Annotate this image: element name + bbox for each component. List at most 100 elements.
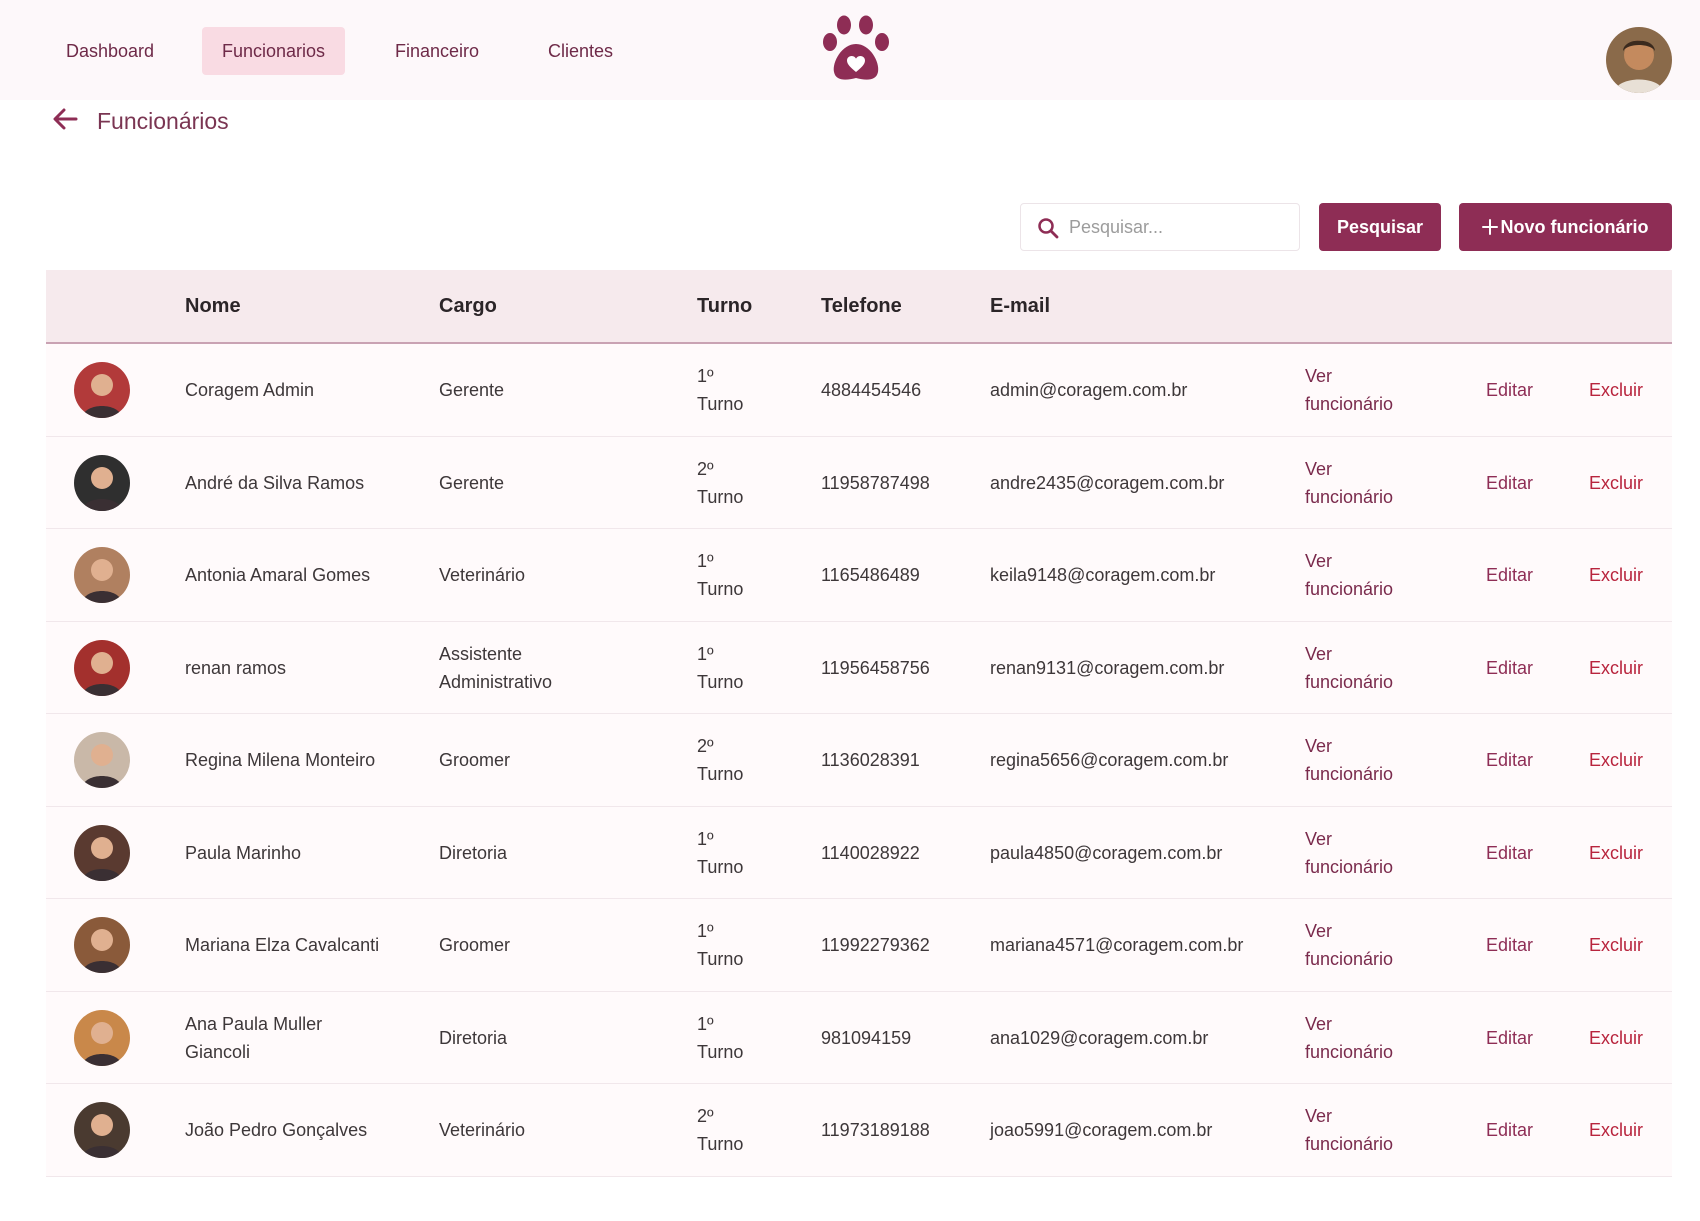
delete-button-line[interactable]: Excluir <box>1589 746 1643 774</box>
delete-button-line[interactable]: Excluir <box>1589 1024 1643 1052</box>
view-employee-link[interactable]: Ver funcionário <box>1305 455 1393 511</box>
edit-button[interactable]: Editar <box>1486 469 1533 497</box>
view-employee-link-line[interactable]: funcionário <box>1305 483 1393 511</box>
employee-telefone-line: 1136028391 <box>821 750 920 770</box>
view-employee-link-line[interactable]: funcionário <box>1305 853 1393 881</box>
employee-telefone: 11973189188 <box>821 1116 930 1144</box>
employee-telefone: 981094159 <box>821 1024 911 1052</box>
table-row: Antonia Amaral Gomes Veterinário 1º Turno 11… <box>46 529 1672 622</box>
employee-turno: 1º Turno <box>697 917 743 973</box>
edit-button[interactable]: Editar <box>1486 1024 1533 1052</box>
delete-button[interactable]: Excluir <box>1589 1024 1643 1052</box>
view-employee-link-line[interactable]: funcionário <box>1305 390 1393 418</box>
employee-cargo-line: Groomer <box>439 750 511 770</box>
edit-button-line[interactable]: Editar <box>1486 839 1533 867</box>
delete-button-line[interactable]: Excluir <box>1589 469 1643 497</box>
nav-clientes[interactable]: Clientes <box>528 27 633 75</box>
employee-name: Mariana Elza Cavalcanti <box>185 931 379 959</box>
employee-turno-line: Turno <box>697 486 744 507</box>
employee-cargo: Veterinário <box>439 1116 525 1144</box>
view-employee-link-line[interactable]: funcionário <box>1305 668 1393 696</box>
view-employee-link-line[interactable]: Ver <box>1305 732 1393 760</box>
edit-button[interactable]: Editar <box>1486 654 1533 682</box>
employee-cargo: Assistente Administrativo <box>439 640 552 696</box>
delete-button[interactable]: Excluir <box>1589 839 1643 867</box>
employee-turno-line: 2º <box>697 736 714 756</box>
edit-button-line[interactable]: Editar <box>1486 1024 1533 1052</box>
employee-cargo-line: Gerente <box>439 472 505 493</box>
view-employee-link[interactable]: Ver funcionário <box>1305 1010 1393 1066</box>
delete-button[interactable]: Excluir <box>1589 654 1643 682</box>
edit-button-line[interactable]: Editar <box>1486 376 1533 404</box>
view-employee-link[interactable]: Ver funcionário <box>1305 917 1393 973</box>
edit-button-line[interactable]: Editar <box>1486 1116 1533 1144</box>
view-employee-link-line[interactable]: funcionário <box>1305 1130 1393 1158</box>
view-employee-link-line[interactable]: Ver <box>1305 362 1393 390</box>
employee-turno: 1º Turno <box>697 825 743 881</box>
view-employee-link-line[interactable]: funcionário <box>1305 760 1393 788</box>
employee-name: André da Silva Ramos <box>185 469 364 497</box>
employee-email: renan9131@coragem.com.br <box>990 654 1224 682</box>
edit-button[interactable]: Editar <box>1486 839 1533 867</box>
edit-button-line[interactable]: Editar <box>1486 469 1533 497</box>
back-arrow-icon[interactable] <box>50 104 80 134</box>
view-employee-link-line[interactable]: Ver <box>1305 1102 1393 1130</box>
view-employee-link-line[interactable]: Ver <box>1305 640 1393 668</box>
employee-name-line: Ana Paula Muller <box>185 1013 323 1034</box>
delete-button[interactable]: Excluir <box>1589 746 1643 774</box>
view-employee-link-line[interactable]: funcionário <box>1305 575 1393 603</box>
delete-button-line[interactable]: Excluir <box>1589 839 1643 867</box>
view-employee-link[interactable]: Ver funcionário <box>1305 547 1393 603</box>
delete-button[interactable]: Excluir <box>1589 469 1643 497</box>
view-employee-link[interactable]: Ver funcionário <box>1305 1102 1393 1158</box>
view-employee-link-line[interactable]: Ver <box>1305 547 1393 575</box>
delete-button[interactable]: Excluir <box>1589 376 1643 404</box>
edit-button[interactable]: Editar <box>1486 376 1533 404</box>
view-employee-link[interactable]: Ver funcionário <box>1305 640 1393 696</box>
delete-button[interactable]: Excluir <box>1589 1116 1643 1144</box>
edit-button[interactable]: Editar <box>1486 561 1533 589</box>
nav-financeiro[interactable]: Financeiro <box>375 27 499 75</box>
edit-button-line[interactable]: Editar <box>1486 654 1533 682</box>
view-employee-link[interactable]: Ver funcionário <box>1305 825 1393 881</box>
employee-email-line: mariana4571@coragem.com.br <box>990 935 1244 955</box>
view-employee-link-line[interactable]: Ver <box>1305 1010 1393 1038</box>
delete-button-line[interactable]: Excluir <box>1589 654 1643 682</box>
view-employee-link[interactable]: Ver funcionário <box>1305 362 1393 418</box>
employee-email-line: admin@coragem.com.br <box>990 380 1188 400</box>
delete-button-line[interactable]: Excluir <box>1589 376 1643 404</box>
plus-icon <box>1482 219 1498 235</box>
view-employee-link-line[interactable]: Ver <box>1305 455 1393 483</box>
view-employee-link-line[interactable]: Ver <box>1305 917 1393 945</box>
edit-button-line[interactable]: Editar <box>1486 746 1533 774</box>
search-button[interactable]: Pesquisar <box>1319 203 1441 251</box>
nav-funcionarios[interactable]: Funcionarios <box>202 27 346 75</box>
employee-turno-line: Turno <box>697 671 744 692</box>
view-employee-link[interactable]: Ver funcionário <box>1305 732 1393 788</box>
employee-telefone-line: 11956458756 <box>821 657 930 678</box>
delete-button[interactable]: Excluir <box>1589 561 1643 589</box>
delete-button-line[interactable]: Excluir <box>1589 931 1643 959</box>
search-input[interactable] <box>1069 204 1294 250</box>
view-employee-link-line[interactable]: funcionário <box>1305 945 1393 973</box>
edit-button[interactable]: Editar <box>1486 1116 1533 1144</box>
employee-cargo: Veterinário <box>439 561 525 589</box>
edit-button[interactable]: Editar <box>1486 746 1533 774</box>
employee-avatar <box>74 454 130 511</box>
search-box[interactable] <box>1020 203 1300 251</box>
view-employee-link-line[interactable]: funcionário <box>1305 1038 1393 1066</box>
view-employee-link-line[interactable]: Ver <box>1305 825 1393 853</box>
employee-name: Coragem Admin <box>185 376 314 404</box>
edit-button[interactable]: Editar <box>1486 931 1533 959</box>
employee-name: Paula Marinho <box>185 839 301 867</box>
delete-button[interactable]: Excluir <box>1589 931 1643 959</box>
employee-email: admin@coragem.com.br <box>990 376 1187 404</box>
delete-button-line[interactable]: Excluir <box>1589 561 1643 589</box>
delete-button-line[interactable]: Excluir <box>1589 1116 1643 1144</box>
user-avatar[interactable] <box>1606 27 1672 93</box>
edit-button-line[interactable]: Editar <box>1486 931 1533 959</box>
employee-telefone: 1140028922 <box>821 839 920 867</box>
edit-button-line[interactable]: Editar <box>1486 561 1533 589</box>
new-employee-button[interactable]: Novo funcionário <box>1459 203 1672 251</box>
nav-dashboard[interactable]: Dashboard <box>46 27 174 75</box>
